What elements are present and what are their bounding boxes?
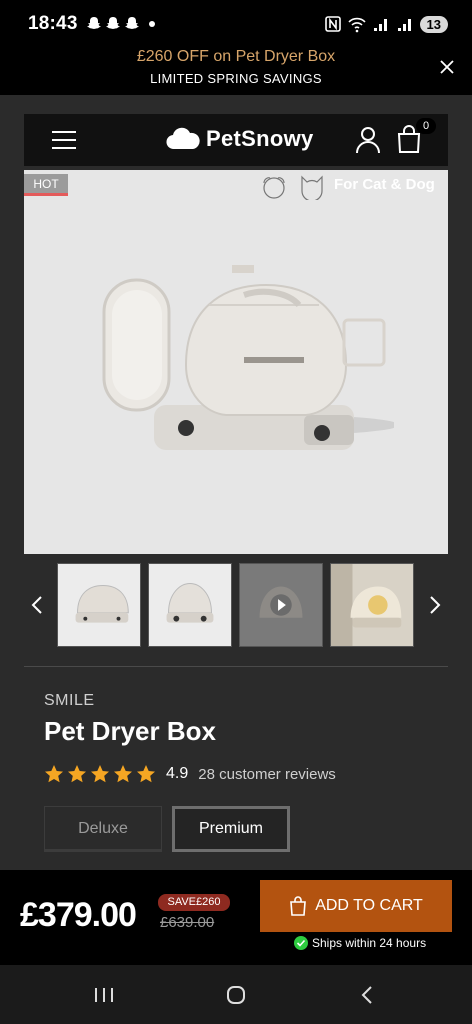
rating-score: 4.9: [166, 765, 189, 782]
snapchat-icon: [124, 17, 139, 29]
signal-icon: [373, 19, 387, 31]
wifi-icon: [347, 17, 366, 33]
chevron-right-icon[interactable]: [428, 594, 442, 616]
add-to-cart-button[interactable]: ADD TO CART: [260, 880, 452, 932]
star-icon: [137, 765, 155, 783]
dog-icon: [263, 177, 285, 199]
back-icon[interactable]: [360, 985, 374, 1005]
status-time: 18:43: [28, 13, 78, 34]
thumbnail-4[interactable]: [330, 563, 414, 647]
save-badge: SAVE£260: [158, 894, 230, 911]
compare-at-price: £639.00: [160, 914, 215, 931]
thumbnail-carousel: [0, 562, 472, 648]
hot-badge: HOT: [24, 174, 68, 196]
menu-icon[interactable]: [52, 131, 76, 149]
snapchat-icon: [105, 17, 120, 29]
brand-name: PetSnowy: [206, 126, 314, 151]
thumbnail-image: [149, 564, 231, 646]
pet-icons: [260, 174, 326, 200]
review-count-link[interactable]: 28 customer reviews: [198, 766, 336, 783]
shopping-bag-icon: [290, 896, 307, 916]
site-logo[interactable]: PetSnowy: [166, 126, 314, 152]
site-header: PetSnowy 0: [24, 114, 448, 166]
notification-icons: [86, 16, 155, 32]
thumbnail-1[interactable]: [57, 563, 141, 647]
star-icon: [114, 765, 132, 783]
star-rating: [44, 764, 156, 784]
star-icon: [68, 765, 86, 783]
more-notifications-dot: [148, 21, 155, 27]
thumbnail-image: [331, 564, 413, 646]
signal-icon: [397, 19, 411, 31]
product-brand: SMILE: [44, 692, 95, 709]
thumbnail-video[interactable]: [239, 563, 323, 647]
recent-apps-icon[interactable]: [94, 987, 114, 1003]
add-to-cart-label: ADD TO CART: [315, 897, 423, 914]
promo-headline: £260 OFF on Pet Dryer Box: [136, 48, 336, 65]
shipping-label: Ships within 24 hours: [312, 936, 427, 950]
nfc-icon: [324, 16, 341, 32]
product-title: Pet Dryer Box: [44, 716, 216, 746]
system-nav-bar: [0, 965, 472, 1024]
variant-premium-button[interactable]: Premium: [172, 806, 290, 852]
close-icon[interactable]: [438, 58, 456, 76]
star-icon: [91, 765, 109, 783]
product-image[interactable]: HOT For Cat & Dog: [24, 170, 448, 554]
star-icon: [45, 765, 63, 783]
user-icon[interactable]: [355, 126, 381, 154]
current-price: £379.00: [20, 896, 137, 934]
thumbnail-image: [240, 564, 322, 646]
check-circle-icon: [294, 936, 308, 950]
pet-dryer-illustration: [102, 265, 394, 450]
product-rating[interactable]: 4.9 28 customer reviews: [44, 764, 336, 784]
battery-indicator: 13: [419, 15, 448, 33]
promo-banner[interactable]: £260 OFF on Pet Dryer Box LIMITED SPRING…: [0, 40, 472, 95]
cart-count-badge: 0: [416, 118, 436, 134]
home-icon[interactable]: [226, 985, 246, 1005]
snapchat-icon: [86, 17, 101, 29]
shipping-info: Ships within 24 hours: [294, 936, 426, 950]
pet-type-label: For Cat & Dog: [334, 176, 435, 193]
chevron-left-icon[interactable]: [30, 594, 44, 616]
cloud-logo-icon: [166, 127, 200, 150]
variant-deluxe-button[interactable]: Deluxe: [44, 806, 162, 852]
thumbnail-2[interactable]: [148, 563, 232, 647]
status-right: 13: [324, 15, 448, 33]
divider: [24, 666, 448, 667]
cat-icon: [301, 175, 323, 200]
promo-subline: LIMITED SPRING SAVINGS: [150, 71, 322, 86]
thumbnail-image: [58, 564, 140, 646]
